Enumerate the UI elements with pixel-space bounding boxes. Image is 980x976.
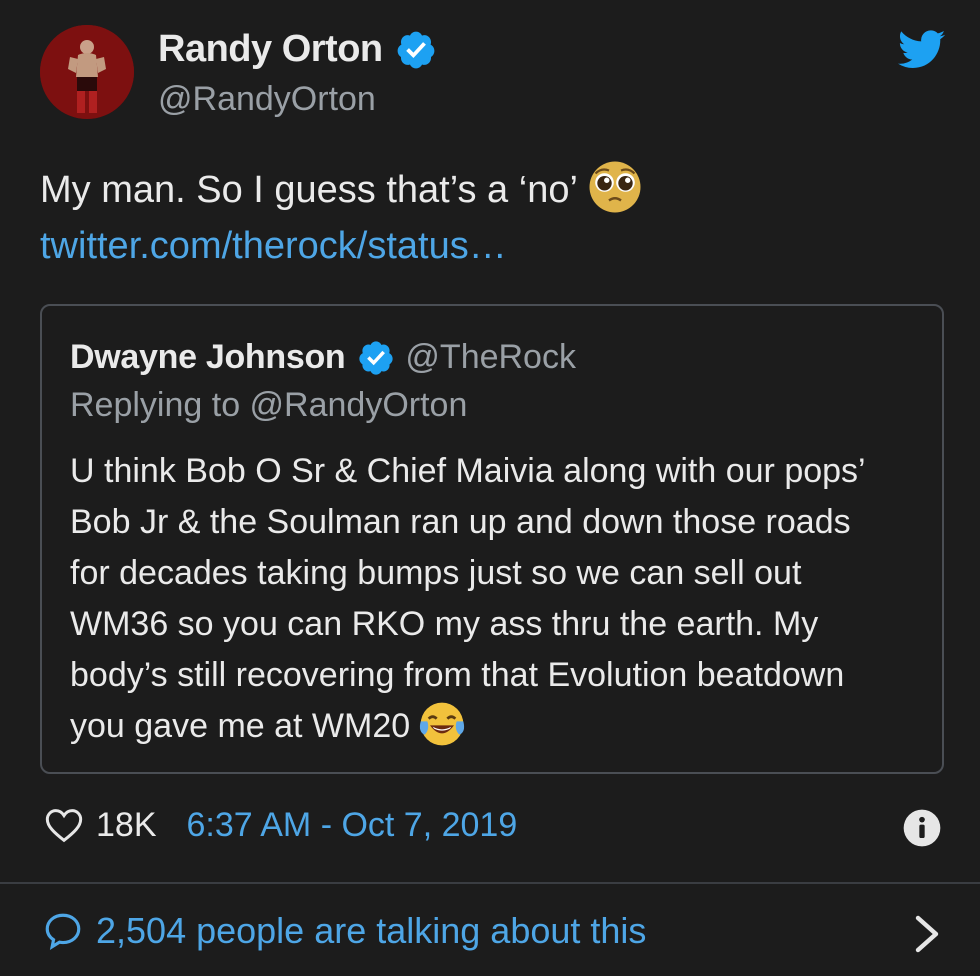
author-name[interactable]: Randy Orton: [158, 28, 437, 71]
quoted-author-handle: @TheRock: [405, 338, 576, 376]
tweet-timestamp[interactable]: 6:37 AM - Oct 7, 2019: [187, 806, 518, 845]
tweet-link[interactable]: twitter.com/therock/status…: [40, 218, 642, 274]
quoted-line: body’s still recovering from that Evolut…: [70, 656, 845, 694]
quoted-tweet[interactable]: Dwayne Johnson @TheRock Replying to @Ran…: [40, 304, 944, 774]
pleading-face-emoji-icon: [589, 161, 641, 213]
chevron-right-icon[interactable]: [914, 914, 940, 954]
divider: [0, 882, 980, 884]
talking-count-text: 2,504 people are talking about this: [96, 910, 647, 951]
wrestler-avatar-icon: [40, 25, 134, 119]
quoted-header: Dwayne Johnson @TheRock: [70, 338, 576, 377]
conversation-link[interactable]: 2,504 people are talking about this: [42, 910, 646, 952]
quoted-author-name: Dwayne Johnson: [70, 338, 346, 376]
heart-icon[interactable]: [44, 805, 84, 845]
quoted-line: for decades taking bumps just so we can …: [70, 554, 802, 592]
verified-badge-icon: [359, 340, 394, 375]
quoted-line: WM36 so you can RKO my ass thru the eart…: [70, 605, 819, 643]
twitter-bird-icon[interactable]: [898, 30, 946, 70]
replying-to: Replying to @RandyOrton: [70, 386, 468, 424]
info-icon[interactable]: [902, 808, 942, 848]
author-handle[interactable]: @RandyOrton: [158, 80, 376, 119]
author-avatar[interactable]: [40, 25, 134, 119]
speech-bubble-icon: [45, 913, 81, 950]
author-name-text: Randy Orton: [158, 28, 383, 70]
tears-of-joy-emoji-icon: [420, 702, 465, 746]
tweet-text: My man. So I guess that’s a ‘no’: [40, 169, 578, 211]
verified-badge-icon: [397, 31, 434, 68]
quoted-text: U think Bob O Sr & Chief Maivia along wi…: [70, 446, 930, 752]
quoted-line: Bob Jr & the Soulman ran up and down tho…: [70, 503, 851, 541]
like-count[interactable]: 18K: [96, 806, 157, 845]
quoted-last-line: you gave me at WM20: [70, 701, 930, 752]
tweet-meta: 18K 6:37 AM - Oct 7, 2019: [44, 805, 517, 845]
quoted-line: you gave me at WM20: [70, 707, 411, 745]
quoted-line: U think Bob O Sr & Chief Maivia along wi…: [70, 452, 866, 490]
tweet-body: My man. So I guess that’s a ‘no’ twitter…: [40, 161, 642, 274]
